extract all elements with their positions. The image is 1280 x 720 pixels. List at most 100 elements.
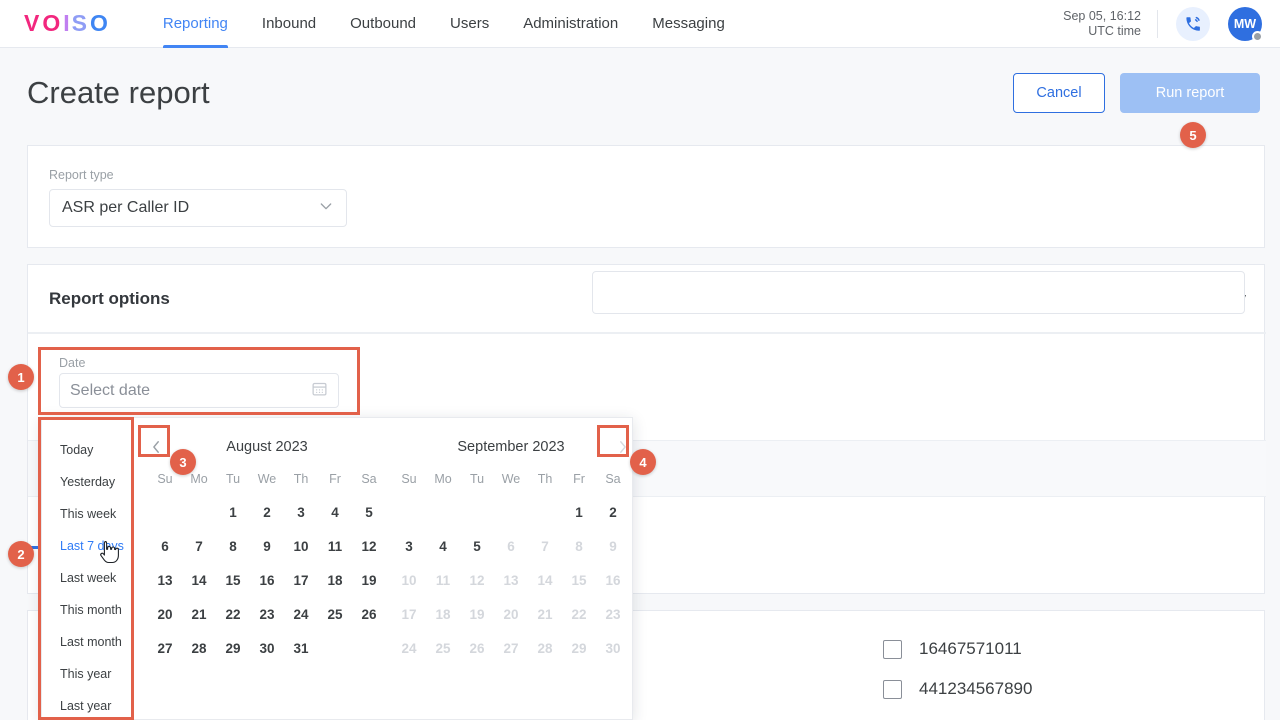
calendar-day[interactable]: 7	[182, 530, 216, 564]
preset-last-year[interactable]: Last year	[42, 690, 145, 720]
date-input[interactable]: Select date	[59, 373, 339, 408]
nav-item-reporting[interactable]: Reporting	[162, 0, 228, 48]
cancel-button[interactable]: Cancel	[1013, 73, 1105, 113]
calendar-day[interactable]: 30	[250, 632, 284, 666]
calendar-day[interactable]: 5	[460, 530, 494, 564]
calendar-day[interactable]: 12	[352, 530, 386, 564]
calendar-day[interactable]: 8	[216, 530, 250, 564]
calendar-day: 30	[605, 641, 621, 656]
calendar-icon[interactable]	[311, 380, 328, 402]
calendar-day[interactable]: 10	[284, 530, 318, 564]
calendar-day[interactable]: 24	[284, 598, 318, 632]
dow-label: Su	[401, 472, 417, 486]
caller-id-list: 16467571011 441234567890	[883, 629, 1032, 709]
calendar-day[interactable]: 4	[426, 530, 460, 564]
calendar-day[interactable]: 31	[284, 632, 318, 666]
clock-timezone: UTC time	[1088, 23, 1141, 38]
main-nav-links: Reporting Inbound Outbound Users Administrat…	[162, 0, 759, 48]
calendar-day[interactable]: 22	[216, 598, 250, 632]
calendar-day[interactable]: 27	[148, 632, 182, 666]
preset-this-week[interactable]: This week	[42, 498, 145, 530]
preset-last-week[interactable]: Last week	[42, 562, 145, 594]
report-type-select[interactable]: ASR per Caller ID	[49, 189, 347, 227]
date-input-placeholder: Select date	[70, 381, 151, 399]
annotation-badge-5: 5	[1180, 122, 1206, 148]
caller-id-row[interactable]: 16467571011	[883, 629, 1032, 669]
calendar-day[interactable]: 2	[250, 496, 284, 530]
calendar-blank	[460, 496, 494, 530]
date-label: Date	[59, 356, 86, 370]
calendar-day[interactable]: 5	[352, 496, 386, 530]
prev-month-button[interactable]	[145, 436, 167, 458]
annotation-badge-1: 1	[8, 364, 34, 390]
preset-last-7-days[interactable]: Last 7 days	[42, 530, 145, 562]
filter-input[interactable]	[592, 271, 1245, 314]
picker-calendars: August 2023 Su Mo Tu We Th Fr Sa 1 2 3 4 5 6 7 8 9 10 11…	[145, 418, 633, 719]
calendar-day: 26	[469, 641, 485, 656]
calendar-day[interactable]: 21	[182, 598, 216, 632]
dow-label: Tu	[469, 472, 485, 486]
nav-item-outbound[interactable]: Outbound	[350, 0, 416, 48]
calendar-day[interactable]: 6	[148, 530, 182, 564]
nav-item-administration[interactable]: Administration	[523, 0, 618, 48]
calendar-september-days: 1 2 3 4 5 6 7 8 9 10 11 12 13 14 15 16 17 18 19 20 21 22 23 24 2…	[389, 496, 633, 666]
calendar-day[interactable]: 26	[352, 598, 386, 632]
calendar-day[interactable]: 17	[284, 564, 318, 598]
calendar-day[interactable]: 9	[250, 530, 284, 564]
calendar-day[interactable]: 16	[250, 564, 284, 598]
calendar-day[interactable]: 25	[318, 598, 352, 632]
clock-datetime: Sep 05, 16:12	[1063, 8, 1141, 23]
calendar-day: 14	[537, 573, 553, 588]
caller-id-checkbox[interactable]	[883, 679, 902, 699]
preset-last-month[interactable]: Last month	[42, 626, 145, 658]
page-header: Create report Cancel Run report	[0, 48, 1280, 138]
user-avatar[interactable]: MW	[1228, 6, 1263, 42]
next-month-button[interactable]	[611, 436, 633, 458]
run-report-button[interactable]: Run report	[1120, 73, 1260, 113]
page-title: Create report	[27, 75, 210, 110]
nav-item-inbound[interactable]: Inbound	[262, 0, 316, 48]
calendar-day[interactable]: 14	[182, 564, 216, 598]
calendar-september-header: September 2023	[389, 432, 633, 462]
calendar-day[interactable]: 1	[216, 496, 250, 530]
calendar-day[interactable]: 15	[216, 564, 250, 598]
calendar-day[interactable]: 1	[562, 496, 596, 530]
calendar-day[interactable]: 29	[216, 632, 250, 666]
utc-clock: Sep 05, 16:12 UTC time	[1063, 9, 1157, 39]
calendar-day[interactable]: 3	[392, 530, 426, 564]
picker-presets: Today Yesterday This week Last 7 days Last w…	[42, 418, 145, 719]
calendar-august-days: 1 2 3 4 5 6 7 8 9 10 11 12 13 14 15 16 17 18 19 20 21 22 23 24 2…	[145, 496, 389, 666]
calendar-day: 24	[401, 641, 417, 656]
logo-letter: O	[89, 10, 111, 36]
phone-ringing-icon[interactable]	[1176, 6, 1210, 41]
calendar-day[interactable]: 19	[352, 564, 386, 598]
calendar-day[interactable]: 20	[148, 598, 182, 632]
calendar-day[interactable]: 18	[318, 564, 352, 598]
preset-yesterday[interactable]: Yesterday	[42, 466, 145, 498]
avatar-status-dot	[1252, 30, 1263, 42]
calendar-day[interactable]: 2	[596, 496, 630, 530]
calendar-day[interactable]: 11	[318, 530, 352, 564]
preset-today[interactable]: Today	[42, 434, 145, 466]
dow-label: We	[501, 472, 521, 486]
caller-id-row[interactable]: 441234567890	[883, 669, 1032, 709]
preset-this-year[interactable]: This year	[42, 658, 145, 690]
app-root: VOISO Reporting Inbound Outbound Users Admin…	[0, 0, 1280, 720]
logo-letter: O	[42, 10, 64, 36]
report-type-label: Report type	[49, 168, 114, 182]
top-bar-divider	[1157, 9, 1158, 38]
calendar-day[interactable]: 13	[148, 564, 182, 598]
calendar-day[interactable]: 28	[182, 632, 216, 666]
mouse-cursor-pointer	[99, 540, 119, 564]
voiso-logo[interactable]: VOISO	[24, 10, 111, 37]
dow-label: Fr	[329, 472, 341, 486]
preset-this-month[interactable]: This month	[42, 594, 145, 626]
nav-item-users[interactable]: Users	[450, 0, 489, 48]
annotation-badge-4: 4	[630, 449, 656, 475]
calendar-day[interactable]: 23	[250, 598, 284, 632]
nav-item-messaging[interactable]: Messaging	[652, 0, 725, 48]
caller-id-checkbox[interactable]	[883, 639, 902, 659]
calendar-day: 27	[503, 641, 519, 656]
calendar-day[interactable]: 3	[284, 496, 318, 530]
calendar-day[interactable]: 4	[318, 496, 352, 530]
